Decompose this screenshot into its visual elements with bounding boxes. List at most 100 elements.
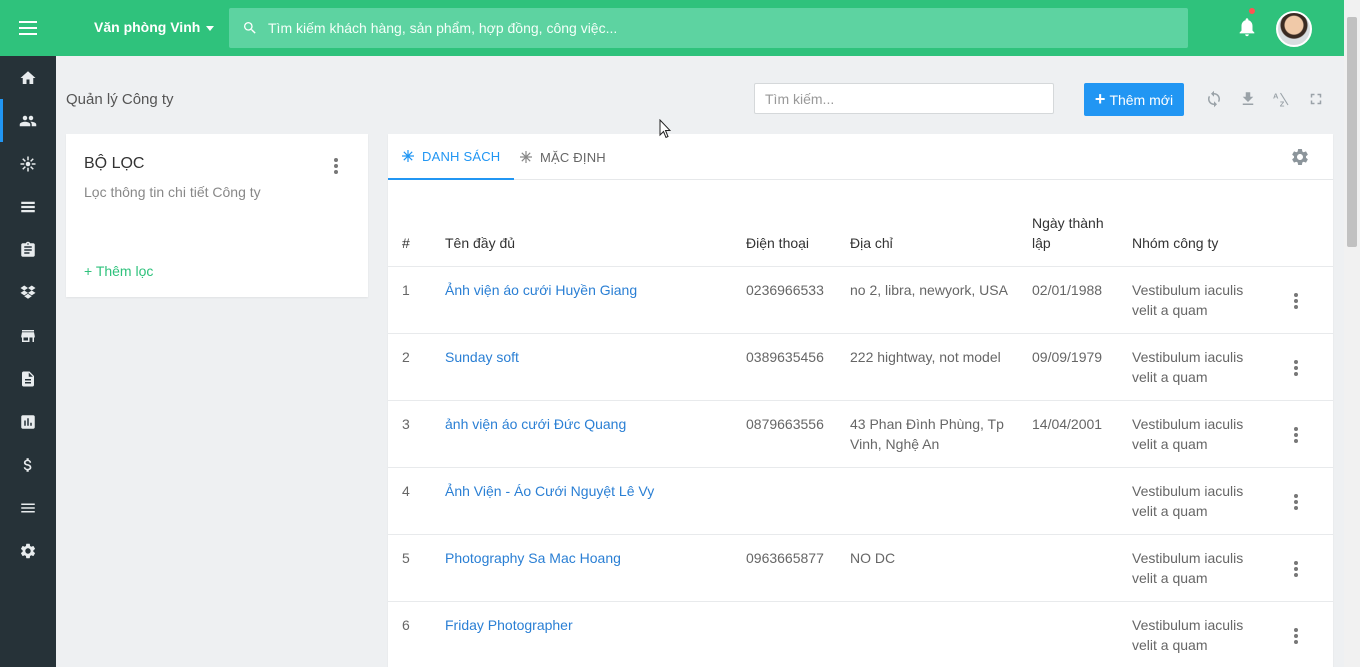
- company-table-panel: DANH SÁCH MẶC ĐỊNH # Tên đầy đủ Điện tho…: [388, 134, 1333, 667]
- filter-panel: BỘ LỌC Lọc thông tin chi tiết Công ty + …: [66, 134, 368, 297]
- row-phone: 0389635456: [746, 349, 824, 365]
- row-more-icon[interactable]: [1294, 561, 1298, 577]
- svg-text:Z: Z: [1280, 100, 1285, 109]
- clipboard-icon: [21, 241, 35, 257]
- sidebar-item-network[interactable]: [0, 142, 56, 185]
- row-address: NO DC: [850, 550, 896, 566]
- tab-default-label: MẶC ĐỊNH: [540, 149, 606, 165]
- bell-icon: [1239, 18, 1255, 37]
- list-icon: [21, 201, 35, 212]
- refresh-icon: [1208, 90, 1220, 108]
- hamburger-icon: [19, 21, 37, 35]
- table-row[interactable]: 3 ảnh viện áo cưới Đức Quang 0879663556 …: [388, 400, 1333, 467]
- header-address[interactable]: Địa chỉ: [850, 233, 893, 253]
- sidebar-item-list[interactable]: [0, 185, 56, 228]
- office-dropdown[interactable]: Văn phòng Vinh: [94, 19, 215, 35]
- company-name-link[interactable]: ảnh viện áo cưới Đức Quang: [445, 414, 626, 434]
- sidebar-item-finance[interactable]: [0, 443, 56, 486]
- row-index: 4: [402, 483, 410, 499]
- page-scrollbar[interactable]: [1344, 0, 1360, 667]
- settings-icon: [20, 543, 36, 558]
- sidebar-item-tasks[interactable]: [0, 228, 56, 271]
- row-address: no 2, libra, newyork, USA: [850, 282, 1008, 298]
- row-more-icon[interactable]: [1294, 427, 1298, 443]
- dropbox-icon: [20, 285, 36, 299]
- global-search-input[interactable]: [268, 20, 1168, 36]
- table-row[interactable]: 4 Ảnh Viện - Áo Cưới Nguyệt Lê Vy Vestib…: [388, 467, 1333, 534]
- download-button[interactable]: [1239, 90, 1257, 108]
- caret-down-icon: [206, 25, 215, 31]
- row-address: 43 Phan Đình Phùng, Tp Vinh, Nghệ An: [850, 416, 1004, 452]
- company-name-link[interactable]: Ảnh Viện - Áo Cưới Nguyệt Lê Vy: [445, 481, 654, 501]
- global-search: [229, 8, 1188, 48]
- company-name-link[interactable]: Photography Sa Mac Hoang: [445, 548, 621, 568]
- row-group: Vestibulum iaculis velit a quam: [1132, 349, 1244, 385]
- sidebar-item-store[interactable]: [0, 314, 56, 357]
- fullscreen-icon: [1310, 93, 1322, 105]
- table-row[interactable]: 1 Ảnh viện áo cưới Huyền Giang 023696653…: [388, 266, 1333, 333]
- sidebar-item-documents[interactable]: [0, 357, 56, 400]
- row-more-icon[interactable]: [1294, 360, 1298, 376]
- sidebar-item-reports[interactable]: [0, 400, 56, 443]
- network-icon: [20, 156, 36, 171]
- row-founded: 14/04/2001: [1032, 416, 1103, 432]
- snowflake-icon: [402, 150, 414, 162]
- header-name[interactable]: Tên đầy đủ: [445, 233, 515, 253]
- filter-title: BỘ LỌC: [84, 155, 145, 172]
- users-icon: [19, 115, 37, 126]
- notifications-button[interactable]: [1236, 8, 1258, 38]
- document-icon: [22, 371, 34, 386]
- row-more-icon[interactable]: [1294, 628, 1298, 644]
- row-group: Vestibulum iaculis velit a quam: [1132, 617, 1244, 653]
- sidebar-item-home[interactable]: [0, 56, 56, 99]
- sidebar-item-more[interactable]: [0, 486, 56, 529]
- svg-text:A: A: [1273, 91, 1279, 100]
- table-row[interactable]: 5 Photography Sa Mac Hoang 0963665877 NO…: [388, 534, 1333, 601]
- mouse-cursor-icon: [659, 119, 671, 139]
- tab-list[interactable]: DANH SÁCH: [388, 134, 515, 180]
- header-phone[interactable]: Điện thoại: [746, 233, 809, 253]
- sidebar-item-storage[interactable]: [0, 271, 56, 314]
- menu-lines-icon: [21, 503, 35, 512]
- user-avatar[interactable]: [1276, 11, 1312, 47]
- scrollbar-thumb[interactable]: [1347, 17, 1357, 247]
- tab-default[interactable]: MẶC ĐỊNH: [520, 134, 606, 180]
- row-founded: 02/01/1988: [1032, 282, 1103, 298]
- row-phone: 0879663556: [746, 416, 824, 432]
- sidebar-item-settings[interactable]: [0, 529, 56, 572]
- tab-list-label: DANH SÁCH: [422, 148, 501, 164]
- row-more-icon[interactable]: [1294, 293, 1298, 309]
- header-founded[interactable]: Ngày thành lập: [1032, 213, 1112, 253]
- menu-toggle-button[interactable]: [0, 0, 56, 56]
- office-label: Văn phòng Vinh: [94, 19, 201, 35]
- filter-more-icon[interactable]: [330, 158, 342, 176]
- snowflake-icon: [520, 151, 532, 163]
- sort-button[interactable]: AZ: [1273, 90, 1291, 109]
- plus-icon: +: [1094, 88, 1106, 109]
- add-new-button[interactable]: + Thêm mới: [1084, 83, 1184, 116]
- sidebar-item-customers[interactable]: [0, 99, 56, 142]
- row-group: Vestibulum iaculis velit a quam: [1132, 416, 1244, 452]
- row-index: 2: [402, 349, 410, 365]
- header-group[interactable]: Nhóm công ty: [1132, 233, 1218, 253]
- row-index: 6: [402, 617, 410, 633]
- company-name-link[interactable]: Friday Photographer: [445, 615, 573, 635]
- table-row[interactable]: 2 Sunday soft 0389635456 222 hightway, n…: [388, 333, 1333, 400]
- refresh-button[interactable]: [1205, 90, 1223, 108]
- sort-az-icon: AZ: [1273, 91, 1289, 109]
- company-name-link[interactable]: Ảnh viện áo cưới Huyền Giang: [445, 280, 637, 300]
- fullscreen-button[interactable]: [1307, 90, 1325, 108]
- add-filter-link[interactable]: + Thêm lọc: [84, 263, 153, 279]
- row-phone: 0963665877: [746, 550, 824, 566]
- row-index: 3: [402, 416, 410, 432]
- list-search-input[interactable]: [754, 83, 1054, 114]
- table-settings-button[interactable]: [1290, 147, 1310, 167]
- company-name-link[interactable]: Sunday soft: [445, 347, 519, 367]
- dollar-icon: [23, 457, 32, 472]
- view-tabs: DANH SÁCH MẶC ĐỊNH: [388, 134, 1333, 180]
- row-more-icon[interactable]: [1294, 494, 1298, 510]
- row-address: 222 hightway, not model: [850, 349, 1001, 365]
- table-row[interactable]: 6 Friday Photographer Vestibulum iaculis…: [388, 601, 1333, 667]
- search-icon: [244, 22, 256, 34]
- download-icon: [1242, 92, 1254, 105]
